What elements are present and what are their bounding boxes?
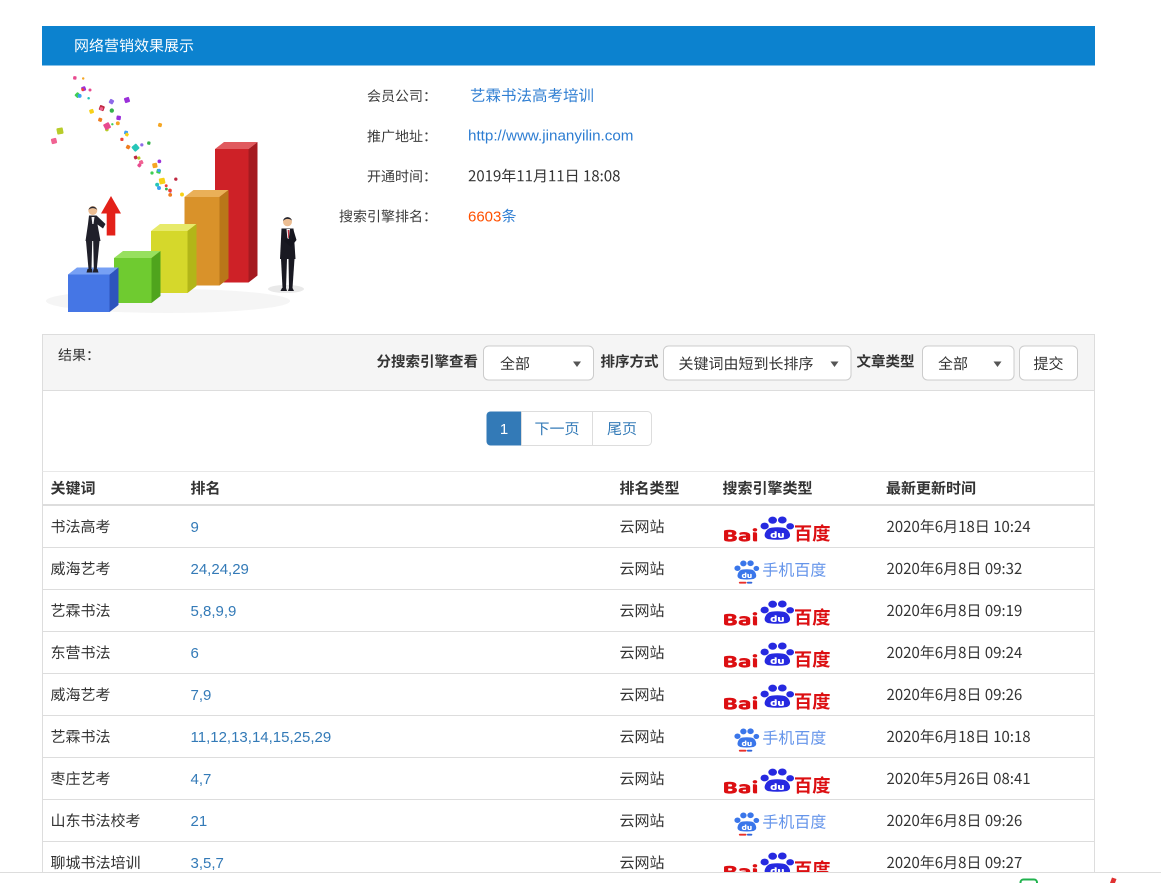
svg-text:11,12,13,14,15,25,29: 11,12,13,14,15,25,29 [191,729,332,746]
svg-text:21: 21 [191,813,208,830]
svg-text:24,24,29: 24,24,29 [191,561,249,578]
svg-text:4,7: 4,7 [191,771,212,788]
svg-text:7,9: 7,9 [191,687,212,704]
svg-text:6603: 6603 [468,208,501,225]
svg-text:5,8,9,9: 5,8,9,9 [191,603,237,620]
svg-text:http://www.jinanyilin.com: http://www.jinanyilin.com [468,128,633,145]
svg-text:6: 6 [191,645,199,662]
svg-text:1: 1 [500,421,508,438]
svg-text:3,5,7: 3,5,7 [191,855,224,872]
svg-text:9: 9 [191,519,199,536]
